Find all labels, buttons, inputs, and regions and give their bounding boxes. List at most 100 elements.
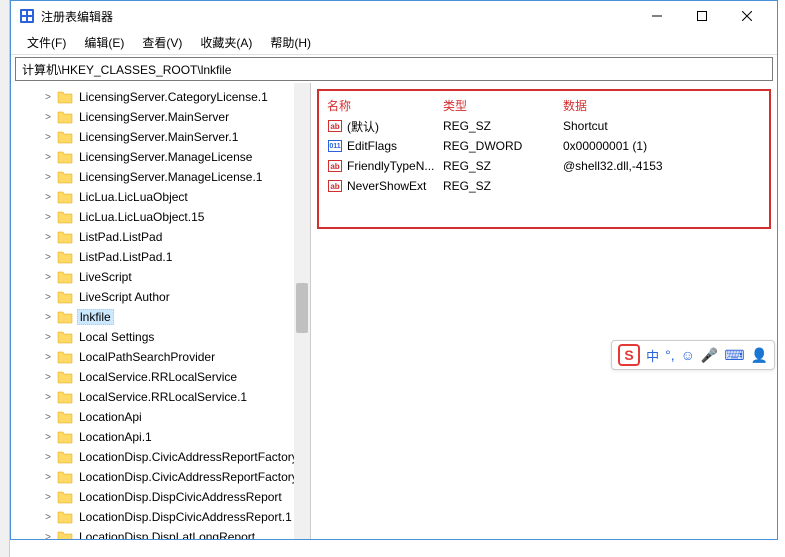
tree-item-label: LicLua.LicLuaObject bbox=[77, 190, 190, 204]
address-bar[interactable]: 计算机\HKEY_CLASSES_ROOT\lnkfile bbox=[15, 57, 773, 81]
tree-item-label: LocationDisp.DispCivicAddressReport bbox=[77, 490, 284, 504]
tree-item[interactable]: > LocalService.RRLocalService.1 bbox=[11, 387, 310, 407]
value-type: REG_SZ bbox=[443, 119, 563, 133]
col-header-data[interactable]: 数据 bbox=[563, 97, 765, 114]
tree-item[interactable]: >LocalPathSearchProvider bbox=[11, 347, 310, 367]
value-name: NeverShowExt bbox=[347, 179, 426, 193]
tree-item[interactable]: > LocationDisp.CivicAddressReportFactory bbox=[11, 447, 310, 467]
menu-view[interactable]: 查看(V) bbox=[134, 32, 190, 53]
menu-edit[interactable]: 编辑(E) bbox=[76, 32, 132, 53]
ime-keyboard-icon[interactable]: ⌨ bbox=[724, 347, 744, 364]
expand-icon[interactable]: > bbox=[41, 350, 55, 364]
tree-item-label: LocationDisp.CivicAddressReportFactory bbox=[77, 450, 300, 464]
tree-pane[interactable]: >LicensingServer.CategoryLicense.1>Licen… bbox=[11, 83, 311, 539]
ime-punct-icon[interactable]: °, bbox=[665, 347, 675, 363]
value-type: REG_DWORD bbox=[443, 139, 563, 153]
folder-icon bbox=[57, 370, 73, 384]
expand-icon[interactable]: > bbox=[41, 530, 55, 539]
scrollbar-thumb[interactable] bbox=[296, 283, 308, 333]
titlebar: 注册表编辑器 bbox=[11, 1, 777, 31]
ime-user-icon[interactable]: 👤 bbox=[751, 347, 768, 364]
value-name: (默认) bbox=[347, 118, 379, 135]
tree-scrollbar[interactable] bbox=[294, 83, 310, 539]
expand-icon[interactable]: > bbox=[41, 210, 55, 224]
expand-icon[interactable]: > bbox=[41, 110, 55, 124]
folder-icon bbox=[57, 310, 73, 324]
col-header-type[interactable]: 类型 bbox=[443, 97, 563, 114]
folder-icon bbox=[57, 270, 73, 284]
ime-mode[interactable]: 中 bbox=[646, 346, 659, 365]
reg-sz-icon: ab bbox=[327, 158, 343, 174]
expand-icon[interactable]: > bbox=[41, 390, 55, 404]
tree-item[interactable]: >LocalService.RRLocalService bbox=[11, 367, 310, 387]
tree-item-label: LicensingServer.MainServer.1 bbox=[77, 130, 240, 144]
tree-item[interactable]: > LicLua.LicLuaObject bbox=[11, 187, 310, 207]
expand-icon[interactable]: > bbox=[41, 330, 55, 344]
expand-icon[interactable]: > bbox=[41, 430, 55, 444]
tree-item[interactable]: >LicensingServer.ManageLicense.1 bbox=[11, 167, 310, 187]
menu-help[interactable]: 帮助(H) bbox=[262, 32, 319, 53]
folder-icon bbox=[57, 210, 73, 224]
values-highlight-box: 名称 类型 数据 ab(默认)REG_SZShortcut011EditFlag… bbox=[317, 89, 771, 229]
tree-item[interactable]: >LiveScript Author bbox=[11, 287, 310, 307]
expand-icon[interactable]: > bbox=[41, 170, 55, 184]
values-pane[interactable]: 名称 类型 数据 ab(默认)REG_SZShortcut011EditFlag… bbox=[311, 83, 777, 539]
value-row[interactable]: ab(默认)REG_SZShortcut bbox=[323, 116, 765, 136]
tree-item[interactable]: >LocationDisp.DispCivicAddressReport.1 bbox=[11, 507, 310, 527]
col-header-name[interactable]: 名称 bbox=[323, 97, 443, 114]
value-row[interactable]: abNeverShowExtREG_SZ bbox=[323, 176, 765, 196]
expand-icon[interactable]: > bbox=[41, 370, 55, 384]
tree-item-label: lnkfile bbox=[77, 309, 114, 325]
expand-icon[interactable]: > bbox=[41, 510, 55, 524]
folder-icon bbox=[57, 130, 73, 144]
tree-item[interactable]: >LiveScript bbox=[11, 267, 310, 287]
ime-smiley-icon[interactable]: ☺ bbox=[681, 347, 695, 363]
regedit-window: 注册表编辑器 文件(F) 编辑(E) 查看(V) 收藏夹(A) 帮助(H) 计算… bbox=[10, 0, 778, 540]
folder-icon bbox=[57, 430, 73, 444]
expand-icon[interactable]: > bbox=[41, 410, 55, 424]
tree-item[interactable]: > LocationDisp.DispCivicAddressReport bbox=[11, 487, 310, 507]
tree-item[interactable]: >LocationApi.1 bbox=[11, 427, 310, 447]
expand-icon[interactable]: > bbox=[41, 150, 55, 164]
tree-item[interactable]: > Local Settings bbox=[11, 327, 310, 347]
expand-icon[interactable]: > bbox=[41, 130, 55, 144]
tree-item[interactable]: >LicLua.LicLuaObject.15 bbox=[11, 207, 310, 227]
expand-icon[interactable]: > bbox=[41, 470, 55, 484]
expand-icon[interactable]: > bbox=[41, 290, 55, 304]
menubar: 文件(F) 编辑(E) 查看(V) 收藏夹(A) 帮助(H) bbox=[11, 31, 777, 55]
expand-icon[interactable]: > bbox=[41, 450, 55, 464]
folder-icon bbox=[57, 150, 73, 164]
ime-mic-icon[interactable]: 🎤 bbox=[701, 347, 718, 364]
tree-item[interactable]: >LicensingServer.ManageLicense bbox=[11, 147, 310, 167]
tree-item[interactable]: >LocationDisp.DispLatLongReport bbox=[11, 527, 310, 539]
tree-item[interactable]: >LicensingServer.CategoryLicense.1 bbox=[11, 87, 310, 107]
menu-file[interactable]: 文件(F) bbox=[19, 32, 74, 53]
tree-item[interactable]: > LicensingServer.MainServer bbox=[11, 107, 310, 127]
menu-favorites[interactable]: 收藏夹(A) bbox=[192, 32, 260, 53]
app-icon bbox=[19, 8, 35, 24]
minimize-button[interactable] bbox=[634, 2, 679, 30]
ime-logo-icon[interactable]: S bbox=[618, 344, 640, 366]
close-button[interactable] bbox=[724, 2, 769, 30]
tree-item[interactable]: > lnkfile bbox=[11, 307, 310, 327]
tree-item-label: LicensingServer.MainServer bbox=[77, 110, 231, 124]
tree-item[interactable]: >ListPad.ListPad.1 bbox=[11, 247, 310, 267]
tree-item[interactable]: >LocationDisp.CivicAddressReportFactory.… bbox=[11, 467, 310, 487]
expand-icon[interactable]: > bbox=[41, 190, 55, 204]
expand-icon[interactable]: > bbox=[41, 270, 55, 284]
tree-item-label: LocalService.RRLocalService.1 bbox=[77, 390, 249, 404]
tree-item-label: Local Settings bbox=[77, 330, 156, 344]
ime-toolbar[interactable]: S 中 °, ☺ 🎤 ⌨ 👤 bbox=[611, 340, 775, 370]
value-row[interactable]: abFriendlyTypeN...REG_SZ@shell32.dll,-41… bbox=[323, 156, 765, 176]
tree-item[interactable]: >ListPad.ListPad bbox=[11, 227, 310, 247]
expand-icon[interactable]: > bbox=[41, 90, 55, 104]
tree-item[interactable]: > LicensingServer.MainServer.1 bbox=[11, 127, 310, 147]
maximize-button[interactable] bbox=[679, 2, 724, 30]
expand-icon[interactable]: > bbox=[41, 230, 55, 244]
expand-icon[interactable]: > bbox=[41, 310, 55, 324]
folder-icon bbox=[57, 90, 73, 104]
expand-icon[interactable]: > bbox=[41, 250, 55, 264]
expand-icon[interactable]: > bbox=[41, 490, 55, 504]
tree-item[interactable]: >LocationApi bbox=[11, 407, 310, 427]
value-row[interactable]: 011EditFlagsREG_DWORD0x00000001 (1) bbox=[323, 136, 765, 156]
